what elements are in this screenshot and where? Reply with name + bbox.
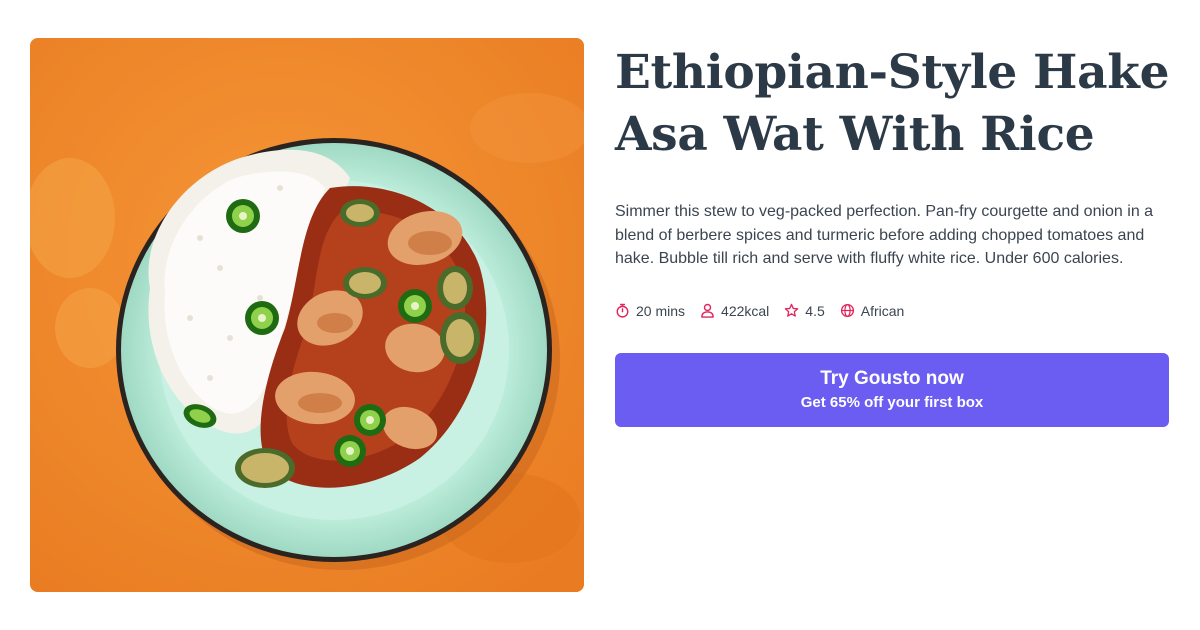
globe-icon: [840, 303, 854, 318]
recipe-meta: 20 mins 422kcal 4.5 African: [615, 301, 1170, 321]
star-icon: [785, 303, 799, 317]
meta-cuisine-label: African: [860, 302, 905, 319]
recipe-description: Simmer this stew to veg-packed perfectio…: [615, 203, 1154, 267]
recipe-card: Ethiopian-Style Hake Asa Wat With Rice S…: [0, 0, 1200, 630]
meta-rating-label: 4.5: [805, 302, 825, 319]
meta-time-label: 20 mins: [636, 302, 686, 319]
cta-subtitle: Get 65% off your first box: [800, 393, 984, 411]
recipe-photo: [30, 38, 584, 592]
meta-cuisine: African: [840, 302, 905, 319]
person-icon: [701, 303, 714, 318]
stopwatch-icon: [616, 303, 629, 318]
try-gousto-button[interactable]: Try Gousto now Get 65% off your first bo…: [615, 352, 1169, 427]
meta-calories-label: 422kcal: [721, 302, 770, 319]
meta-time: 20 mins: [615, 303, 685, 319]
meta-rating: 4.5: [784, 302, 825, 319]
meta-calories: 422kcal: [700, 303, 769, 319]
recipe-title: Ethiopian-Style Hake Asa Wat With Rice: [615, 45, 1170, 162]
recipe-content: Ethiopian-Style Hake Asa Wat With Rice S…: [615, 42, 1170, 427]
recipe-photo-illustration: [30, 38, 584, 592]
cta-title: Try Gousto now: [820, 367, 964, 389]
